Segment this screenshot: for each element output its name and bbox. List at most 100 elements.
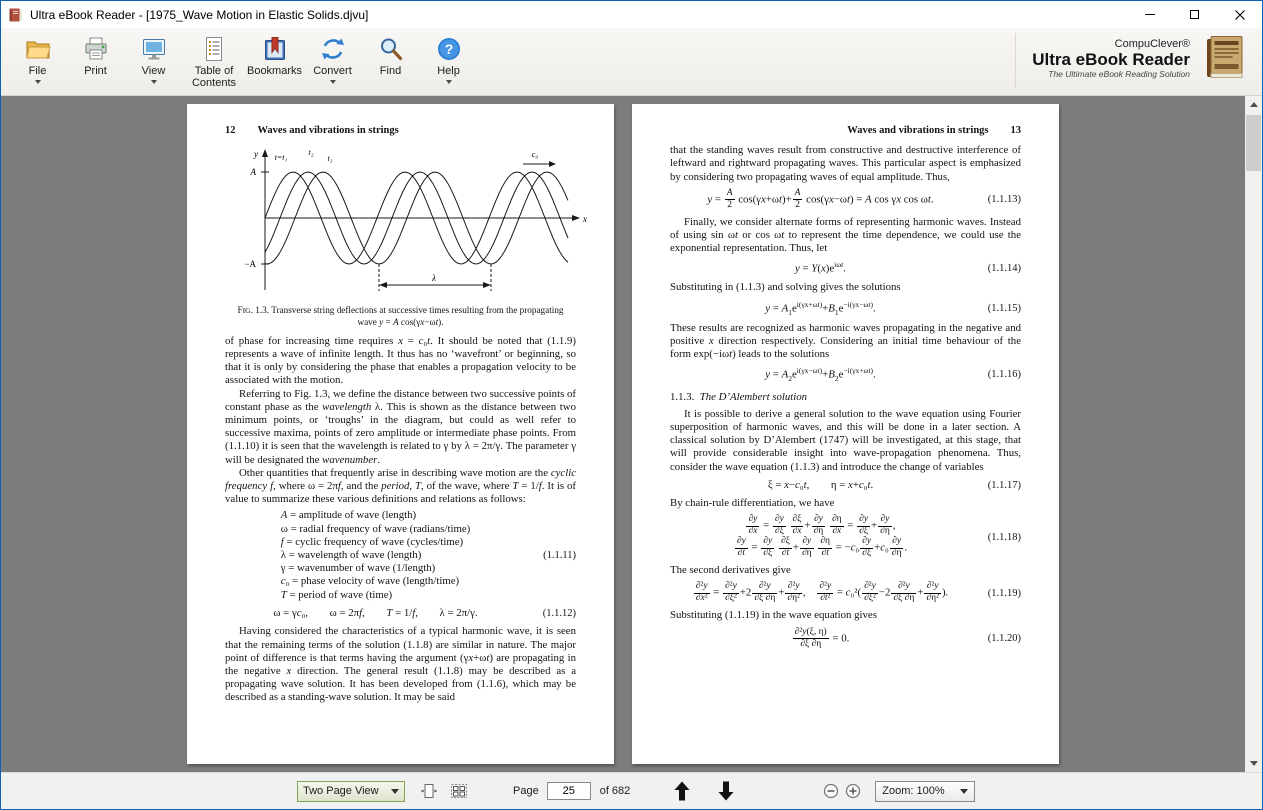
definition-line: T = period of wave (time) (280, 588, 393, 601)
paragraph: The second derivatives give (670, 564, 791, 577)
scrollbar-thumb[interactable] (1246, 115, 1261, 171)
next-page-button[interactable] (712, 778, 740, 804)
paragraph: Finally, we consider alternate forms of … (670, 215, 1021, 255)
section-heading: 1.1.3. The D’Alembert solution (670, 390, 808, 403)
book-logo-icon (1207, 36, 1243, 78)
definitions-block: A = amplitude of wave (length) ω = radia… (225, 509, 576, 601)
page-left: 12 Waves and vibrations in strings y x A (187, 104, 614, 764)
window-title: Ultra eBook Reader - [1975_Wave Motion i… (30, 7, 369, 22)
equation: y = A1ei(γx+ωt)+B1e−i(γx−ωt). (765, 299, 876, 317)
paragraph: These results are recognized as harmonic… (670, 321, 1021, 361)
zoom-select[interactable]: Zoom: 100% (875, 780, 976, 802)
document-list-icon (199, 35, 229, 63)
fit-width-button[interactable] (417, 780, 441, 802)
previous-page-button[interactable] (668, 778, 696, 804)
page-label: Page (513, 785, 539, 797)
definition-line: ω = radial frequency of wave (radians/ti… (280, 522, 471, 535)
close-button[interactable] (1217, 1, 1262, 28)
scroll-up-button[interactable] (1245, 96, 1262, 113)
vertical-scrollbar[interactable] (1245, 96, 1262, 772)
equation-row: y = Y(x)eiωt. (1.1.14) (670, 260, 1021, 276)
equation-row: ∂y ∂x = ∂y ∂ξ ∂ξ ∂x + ∂y ∂η ∂η ∂x = ∂y ∂ξ + ∂y ∂η, ∂… (670, 514, 1021, 559)
dropdown-arrow-icon (329, 80, 336, 84)
print-button[interactable]: Print (67, 33, 124, 79)
equation: y = A2 cos(γx+ωt)+ A 2 cos(γx−ωt) = A cos … (707, 187, 934, 210)
minimize-icon (1144, 14, 1155, 15)
paragraph: It is possible to derive a general solut… (670, 407, 1021, 473)
plus-circle-icon (845, 783, 860, 799)
paragraph: of phase for increasing time requires x … (225, 334, 576, 387)
help-button[interactable]: ? Help (420, 33, 477, 86)
convert-button[interactable]: Convert (304, 33, 361, 86)
equation-number: (1.1.14) (987, 262, 1021, 274)
bookmark-icon (260, 35, 290, 63)
definition-line: c₀ = phase velocity of wave (length/time… (280, 575, 460, 588)
monitor-icon (139, 35, 169, 63)
magnifier-icon (376, 35, 406, 63)
multi-page-view-button[interactable] (447, 780, 471, 802)
equation-row: ω = γc₀, ω = 2πf, T = 1/f, λ = 2π/γ. (1.… (225, 607, 576, 620)
running-head-right: Waves and vibrations in strings 13 (670, 124, 1021, 137)
equation: ∂²y ∂x² = ∂²y ∂ξ² +2 ∂²y ∂ξ ∂η + ∂²y ∂η², ∂²y ∂t²… (693, 581, 949, 604)
table-of-contents-button[interactable]: Table of Contents (183, 33, 245, 91)
equation-number: (1.1.16) (987, 369, 1021, 381)
bookmarks-button[interactable]: Bookmarks (246, 33, 303, 79)
scroll-down-button[interactable] (1245, 755, 1262, 772)
maximize-icon (1190, 10, 1199, 19)
definition-line: γ = wavenumber of wave (1/length) (280, 562, 436, 575)
question-icon: ? (434, 35, 464, 63)
chevron-down-icon (960, 788, 969, 794)
zoom-out-button[interactable] (822, 783, 839, 800)
equation-number: (1.1.19) (987, 587, 1021, 599)
svg-text:t₃: t₃ (327, 154, 332, 163)
running-head-title: Waves and vibrations in strings (257, 125, 399, 136)
svg-text:?: ? (444, 41, 453, 57)
printer-icon (81, 35, 111, 63)
equation: ∂y ∂x = ∂y ∂ξ ∂ξ ∂x + ∂y ∂η ∂η ∂x = ∂y ∂ξ + ∂y ∂η, ∂… (734, 514, 908, 559)
toolbar: File Print View Table of Contents Bookma… (1, 28, 1262, 96)
equation-number: (1.1.13) (987, 194, 1021, 206)
minus-circle-icon (823, 783, 838, 799)
svg-text:c₀: c₀ (532, 149, 539, 159)
app-icon (9, 8, 22, 21)
svg-text:−A: −A (244, 259, 256, 269)
svg-text:x: x (582, 214, 587, 224)
equation-number: (1.1.12) (542, 608, 576, 619)
paragraph: Substituting (1.1.19) in the wave equati… (670, 609, 877, 622)
equation-row: y = A2 cos(γx+ωt)+ A 2 cos(γx−ωt) = A cos … (670, 187, 1021, 211)
figure-1-3-wave-diagram: y x A −A t=t₁ t₂ t₃ c₀ λ (244, 148, 587, 292)
running-head-left: 12 Waves and vibrations in strings (225, 124, 576, 137)
paragraph: Having considered the characteristics of… (225, 625, 577, 704)
paragraph: that the standing waves result from cons… (670, 144, 1021, 183)
definition-line: f = cyclic frequency of wave (cycles/tim… (280, 535, 464, 548)
arrow-down-icon (1249, 761, 1258, 766)
view-button[interactable]: View (125, 33, 182, 86)
dropdown-arrow-icon (150, 80, 157, 84)
file-button[interactable]: File (9, 33, 66, 86)
paragraph: Substituting in (1.1.3) and solving give… (670, 281, 901, 294)
multi-page-icon (451, 784, 467, 798)
view-mode-select[interactable]: Two Page View (297, 780, 405, 802)
page-number-input[interactable] (546, 782, 591, 800)
maximize-button[interactable] (1172, 1, 1217, 28)
equation-row: y = A2ei(γx−ωt)+B2e−i(γx+ωt). (1.1.16) (670, 366, 1021, 383)
equation: y = Y(x)eiωt. (795, 260, 846, 275)
dropdown-arrow-icon (34, 80, 41, 84)
dropdown-arrow-icon (445, 80, 452, 84)
find-button[interactable]: Find (362, 33, 419, 79)
titlebar[interactable]: Ultra eBook Reader - [1975_Wave Motion i… (1, 1, 1262, 28)
document-viewport[interactable]: 12 Waves and vibrations in strings y x A (1, 96, 1262, 772)
svg-text:t=t₁: t=t₁ (275, 153, 288, 162)
brand-company: CompuClever® (1114, 37, 1190, 50)
branding: CompuClever® Ultra eBook Reader The Ulti… (1032, 33, 1252, 83)
minimize-button[interactable] (1127, 1, 1172, 28)
svg-text:t₂: t₂ (308, 148, 313, 157)
equation-number: (1.1.18) (987, 531, 1021, 543)
brand-product: Ultra eBook Reader (1032, 49, 1190, 69)
zoom-in-button[interactable] (844, 783, 861, 800)
definition-line: A = amplitude of wave (length) (280, 509, 417, 522)
definition-line: λ = wavelength of wave (length) (280, 549, 422, 562)
equation-row: ξ = x−c₀t, η = x+c₀t. (1.1.17) (670, 479, 1021, 492)
svg-text:A: A (250, 167, 257, 177)
equation-number: (1.1.17) (987, 479, 1021, 491)
